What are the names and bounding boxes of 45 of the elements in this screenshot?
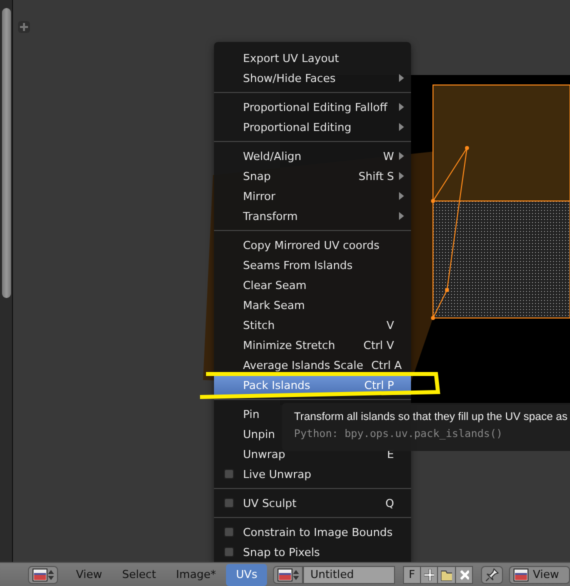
up-down-arrows-icon bbox=[48, 568, 54, 580]
menu-item[interactable]: Constrain to Image Bounds bbox=[214, 522, 411, 542]
menu-item[interactable]: Mirror bbox=[214, 186, 411, 206]
menu-item[interactable]: Mark Seam bbox=[214, 295, 411, 315]
image-icon bbox=[277, 568, 294, 582]
view-mode-dropdown[interactable]: View bbox=[508, 566, 570, 584]
menu-item[interactable]: Export UV Layout bbox=[214, 48, 411, 68]
pin-icon[interactable] bbox=[480, 566, 503, 584]
add-icon[interactable] bbox=[18, 21, 30, 33]
menu-item[interactable]: Show/Hide Faces bbox=[214, 68, 411, 88]
menu-item[interactable]: Snap Shift S bbox=[214, 166, 411, 186]
image-icon bbox=[512, 568, 529, 582]
checkbox[interactable] bbox=[224, 469, 234, 479]
folder-icon[interactable] bbox=[436, 566, 456, 584]
menu-item[interactable]: Proportional Editing Falloff bbox=[214, 97, 411, 117]
checkbox[interactable] bbox=[224, 498, 234, 508]
fake-user-button[interactable]: F bbox=[402, 566, 421, 584]
menu-item[interactable]: Minimize Stretch Ctrl V bbox=[214, 335, 411, 355]
header-menu[interactable]: Image* bbox=[166, 564, 226, 586]
menu-item[interactable]: UV Sculpt Q bbox=[214, 493, 411, 513]
checkbox[interactable] bbox=[224, 527, 234, 537]
python-path: Python: bpy.ops.uv.pack_islands() bbox=[294, 428, 504, 440]
menu-item[interactable]: Weld/Align W bbox=[214, 146, 411, 166]
up-down-arrows-icon bbox=[293, 568, 300, 580]
image-icon bbox=[32, 568, 48, 582]
menu-item[interactable]: Proportional Editing bbox=[214, 117, 411, 137]
tooltip-text: Transform all islands so that they fill up the UV space as bbox=[294, 411, 568, 423]
menu-item[interactable]: Average Islands Scale Ctrl A bbox=[214, 355, 411, 375]
menu-item[interactable]: Seams From Islands bbox=[214, 255, 411, 275]
menu-item[interactable]: Snap to Pixels bbox=[214, 542, 411, 562]
close-icon[interactable] bbox=[454, 566, 473, 584]
checkbox[interactable] bbox=[224, 547, 234, 557]
image-name-field[interactable]: Untitled bbox=[303, 566, 395, 584]
add-icon[interactable] bbox=[420, 566, 438, 584]
menu-item[interactable]: Transform bbox=[214, 206, 411, 226]
header-menu[interactable]: UVs bbox=[226, 564, 268, 586]
header-menu[interactable]: Select bbox=[112, 564, 166, 586]
menu-item[interactable]: Copy Mirrored UV coords bbox=[214, 235, 411, 255]
header-menu[interactable]: View bbox=[66, 564, 112, 586]
editor-type-button[interactable] bbox=[28, 566, 58, 584]
image-browse-button[interactable] bbox=[273, 566, 304, 584]
scrollbar[interactable] bbox=[0, 0, 13, 562]
menu-item[interactable]: Clear Seam bbox=[214, 275, 411, 295]
menu-item[interactable]: Live Unwrap bbox=[214, 464, 411, 484]
menu-item[interactable]: Stitch V bbox=[214, 315, 411, 335]
